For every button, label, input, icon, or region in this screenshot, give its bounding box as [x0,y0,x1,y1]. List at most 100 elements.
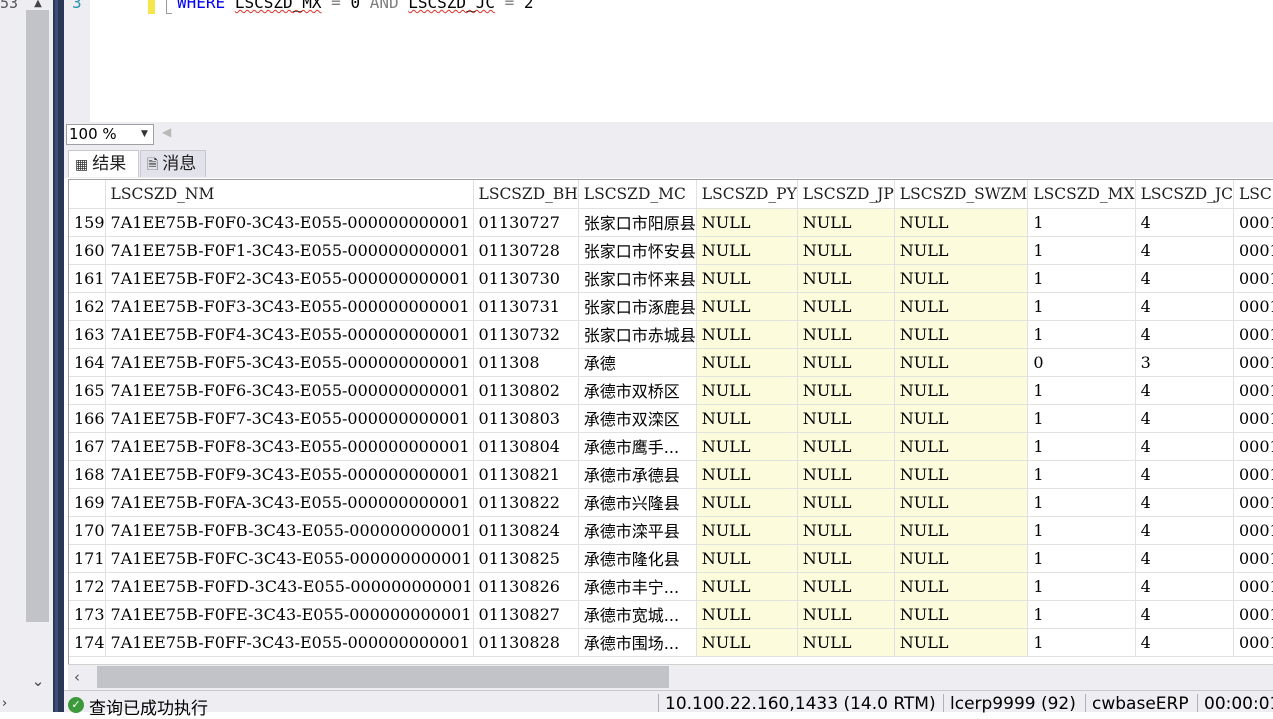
table-cell[interactable]: 4 [1135,460,1234,489]
table-cell[interactable]: 7A1EE75B-F0F5-3C43-E055-000000000001 [105,348,474,377]
table-cell[interactable]: 000101 [1233,600,1273,629]
table-row[interactable]: 159 7A1EE75B-F0F0-3C43-E055-000000000001 0… [69,208,1273,237]
table-cell[interactable]: 000101 [1233,208,1273,237]
table-cell[interactable]: NULL [894,572,1029,601]
row-number-cell[interactable]: 173 [69,600,106,629]
table-cell[interactable]: NULL [797,460,895,489]
table-cell[interactable]: NULL [797,264,895,293]
table-cell[interactable]: NULL [696,432,798,461]
table-cell[interactable]: 3 [1135,348,1234,377]
table-cell[interactable]: 000101 [1233,236,1273,265]
table-row[interactable]: 171 7A1EE75B-F0FC-3C43-E055-000000000001 0… [69,544,1273,573]
query-editor[interactable] [64,0,1273,122]
table-cell[interactable]: 01130827 [473,600,579,629]
table-cell[interactable]: NULL [696,292,798,321]
table-cell[interactable]: NULL [894,460,1029,489]
table-cell[interactable]: 1 [1027,292,1136,321]
column-header[interactable]: LSCSZD_MX [1027,180,1136,209]
table-cell[interactable]: NULL [797,544,895,573]
table-cell[interactable]: 4 [1135,236,1234,265]
table-cell[interactable]: 张家口市赤城县 [578,320,697,349]
table-cell[interactable]: 7A1EE75B-F0F3-3C43-E055-000000000001 [105,292,474,321]
table-cell[interactable]: 4 [1135,292,1234,321]
table-cell[interactable]: 000101 [1233,264,1273,293]
table-cell[interactable]: NULL [797,292,895,321]
table-cell[interactable]: 01130821 [473,460,579,489]
table-row[interactable]: 167 7A1EE75B-F0F8-3C43-E055-000000000001 0… [69,432,1273,461]
table-row[interactable]: 165 7A1EE75B-F0F6-3C43-E055-000000000001 0… [69,376,1273,405]
table-cell[interactable]: 张家口市涿鹿县 [578,292,697,321]
table-cell[interactable]: 承德市隆化县 [578,544,697,573]
table-cell[interactable]: 7A1EE75B-F0F7-3C43-E055-000000000001 [105,404,474,433]
table-cell[interactable]: 4 [1135,376,1234,405]
row-number-cell[interactable]: 161 [69,264,106,293]
table-cell[interactable]: 承德市宽城... [578,600,697,629]
table-cell[interactable]: 7A1EE75B-F0FB-3C43-E055-000000000001 [105,516,474,545]
table-cell[interactable]: 000101 [1233,572,1273,601]
table-cell[interactable]: 4 [1135,572,1234,601]
table-cell[interactable]: 01130727 [473,208,579,237]
table-cell[interactable]: 01130828 [473,628,579,657]
table-row[interactable]: 166 7A1EE75B-F0F7-3C43-E055-000000000001 0… [69,404,1273,433]
table-cell[interactable]: NULL [797,488,895,517]
table-row[interactable]: 168 7A1EE75B-F0F9-3C43-E055-000000000001 0… [69,460,1273,489]
table-cell[interactable]: 1 [1027,404,1136,433]
table-cell[interactable]: 1 [1027,516,1136,545]
table-cell[interactable]: NULL [894,432,1029,461]
table-cell[interactable]: 7A1EE75B-F0FF-3C43-E055-000000000001 [105,628,474,657]
table-cell[interactable]: NULL [797,236,895,265]
table-cell[interactable]: NULL [797,320,895,349]
table-cell[interactable]: NULL [894,404,1029,433]
table-cell[interactable]: 000101 [1233,516,1273,545]
table-cell[interactable]: 7A1EE75B-F0F9-3C43-E055-000000000001 [105,460,474,489]
chevron-down-icon[interactable]: ⌄ [26,672,50,694]
table-cell[interactable]: NULL [696,488,798,517]
vertical-scrollbar-thumb[interactable] [26,10,49,622]
row-number-header[interactable] [69,180,106,209]
row-number-cell[interactable]: 167 [69,432,106,461]
table-cell[interactable]: 4 [1135,544,1234,573]
table-cell[interactable]: 7A1EE75B-F0FE-3C43-E055-000000000001 [105,600,474,629]
table-cell[interactable]: NULL [696,320,798,349]
dropdown-arrow-icon[interactable]: ▼ [141,124,148,145]
table-cell[interactable]: NULL [696,264,798,293]
table-cell[interactable]: 4 [1135,600,1234,629]
table-cell[interactable]: 7A1EE75B-F0F2-3C43-E055-000000000001 [105,264,474,293]
table-cell[interactable]: 01130804 [473,432,579,461]
table-cell[interactable]: 承德 [578,348,697,377]
table-cell[interactable]: 01130825 [473,544,579,573]
table-cell[interactable]: 1 [1027,460,1136,489]
table-cell[interactable]: NULL [696,516,798,545]
table-cell[interactable]: 000101 [1233,432,1273,461]
table-cell[interactable]: 000101 [1233,460,1273,489]
table-cell[interactable]: NULL [797,600,895,629]
row-number-cell[interactable]: 159 [69,208,106,237]
table-cell[interactable]: 000101 [1233,348,1273,377]
table-cell[interactable]: 4 [1135,264,1234,293]
table-cell[interactable]: 4 [1135,404,1234,433]
table-cell[interactable]: 4 [1135,516,1234,545]
table-cell[interactable]: 01130824 [473,516,579,545]
table-row[interactable]: 161 7A1EE75B-F0F2-3C43-E055-000000000001 0… [69,264,1273,293]
table-cell[interactable]: NULL [797,208,895,237]
table-cell[interactable]: NULL [696,236,798,265]
table-row[interactable]: 172 7A1EE75B-F0FD-3C43-E055-000000000001 0… [69,572,1273,601]
row-number-cell[interactable]: 168 [69,460,106,489]
table-cell[interactable]: 1 [1027,488,1136,517]
table-cell[interactable]: NULL [894,320,1029,349]
horizontal-scrollbar-thumb[interactable] [97,666,669,688]
table-cell[interactable]: NULL [696,376,798,405]
table-cell[interactable]: NULL [894,600,1029,629]
table-cell[interactable]: 1 [1027,320,1136,349]
table-cell[interactable]: 01130728 [473,236,579,265]
table-row[interactable]: 170 7A1EE75B-F0FB-3C43-E055-000000000001 0… [69,516,1273,545]
table-cell[interactable]: 01130731 [473,292,579,321]
table-cell[interactable]: NULL [696,628,798,657]
table-cell[interactable]: 4 [1135,320,1234,349]
table-cell[interactable]: 000101 [1233,628,1273,657]
table-cell[interactable]: 1 [1027,572,1136,601]
table-row[interactable]: 173 7A1EE75B-F0FE-3C43-E055-000000000001 0… [69,600,1273,629]
table-cell[interactable]: NULL [894,544,1029,573]
chevron-left-icon[interactable]: ‹ [74,668,80,686]
table-cell[interactable]: 4 [1135,488,1234,517]
